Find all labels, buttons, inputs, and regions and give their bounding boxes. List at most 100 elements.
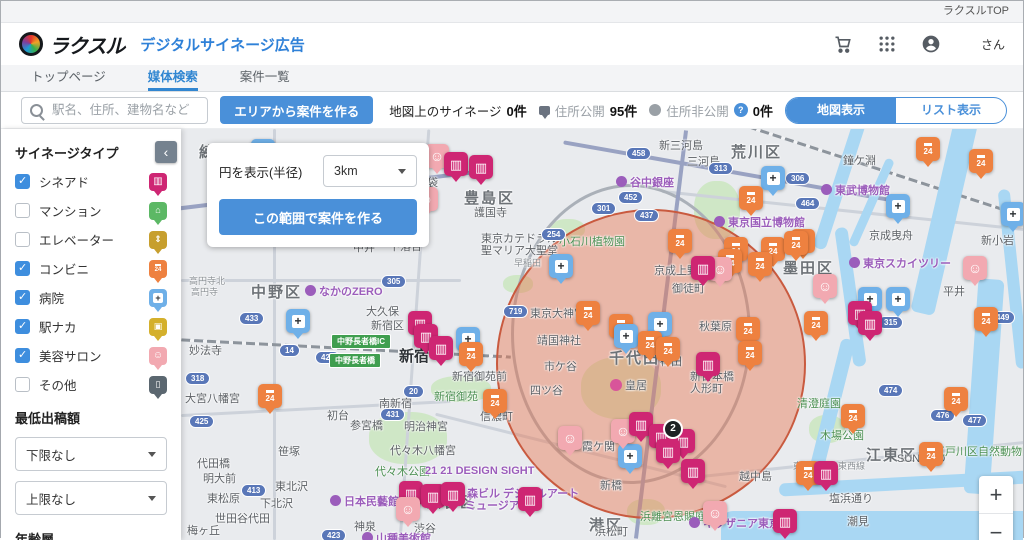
cinema-marker[interactable]: ▥ <box>858 311 882 335</box>
type-filter-mansion[interactable]: マンション⌂ <box>15 201 167 220</box>
conbini-marker[interactable]: 24 <box>483 389 507 413</box>
conbini-marker[interactable]: 24 <box>916 137 940 161</box>
salon-marker[interactable]: ☺ <box>558 426 582 450</box>
checkbox-mansion[interactable] <box>15 203 30 218</box>
cinema-marker[interactable]: ▥ <box>681 459 705 483</box>
help-icon[interactable]: ? <box>734 103 748 117</box>
film-icon: ▥ <box>687 465 699 478</box>
hospital-marker[interactable]: + <box>761 166 785 190</box>
conbini-marker[interactable]: 24 <box>459 342 483 366</box>
hospital-marker[interactable]: + <box>286 309 310 333</box>
cinema-marker[interactable]: ▥ <box>696 352 720 376</box>
conbini-marker[interactable]: 24 <box>974 307 998 331</box>
tab-projects[interactable]: 案件一覧 <box>240 65 290 91</box>
radius-select[interactable]: 3km <box>323 155 417 187</box>
type-filter-elevator[interactable]: エレベーター⇕ <box>15 230 167 249</box>
raksul-top-link[interactable]: ラクスルTOP <box>943 1 1009 22</box>
budget-min-select[interactable]: 下限なし <box>15 437 167 471</box>
hospital-marker[interactable]: + <box>614 324 638 348</box>
hospital-marker[interactable]: + <box>1001 202 1023 226</box>
conbini-marker[interactable]: 24 <box>576 301 600 325</box>
map-label: 靖国神社 <box>537 332 581 348</box>
cart-icon[interactable] <box>833 34 853 54</box>
stat: 地図上のサイネージ0件 <box>389 101 527 120</box>
conbini-marker[interactable]: 24 <box>738 341 762 365</box>
cinema-marker[interactable]: ▥ <box>691 256 715 280</box>
radius-panel: 円を表示(半径) 3km この範囲で案件を作る <box>207 143 429 247</box>
create-in-range-button[interactable]: この範囲で案件を作る <box>219 199 417 235</box>
list-view-button[interactable]: リスト表示 <box>896 98 1006 123</box>
account-icon[interactable] <box>921 34 941 54</box>
cluster-count-badge[interactable]: 2 <box>663 419 683 439</box>
zoom-in-button[interactable]: + <box>979 476 1013 513</box>
zoom-out-button[interactable]: − <box>979 513 1013 540</box>
search-input[interactable] <box>21 97 208 124</box>
cinema-marker[interactable]: ▥ <box>441 482 465 506</box>
cinema-marker[interactable]: ▥ <box>814 461 838 485</box>
salon-marker[interactable]: ☺ <box>703 501 727 525</box>
checkbox-other[interactable] <box>15 377 30 392</box>
tab-top[interactable]: トップページ <box>31 65 106 91</box>
checkbox-elevator[interactable] <box>15 232 30 247</box>
conbini-marker[interactable]: 24 <box>969 149 993 173</box>
road-shield: 318 <box>185 372 210 385</box>
cinema-marker[interactable]: ▥ <box>773 509 797 533</box>
cinema-marker[interactable]: ▥ <box>518 487 542 511</box>
type-filter-conbini[interactable]: コンビニ24 <box>15 259 167 278</box>
type-filter-other[interactable]: その他▯ <box>15 375 167 394</box>
search-box[interactable] <box>21 97 208 124</box>
checkbox-hospital[interactable] <box>15 290 30 305</box>
salon-marker[interactable]: ☺ <box>963 256 987 280</box>
salon-marker[interactable]: ☺ <box>396 497 420 521</box>
hospital-marker[interactable]: + <box>886 287 910 311</box>
budget-max-select[interactable]: 上限なし <box>15 481 167 515</box>
map-canvas[interactable]: 練馬区豊島区荒川区中野区千代田区墨田区渋谷区港区江東区新宿新宿区目白下落合中井池… <box>181 129 1023 540</box>
conbini-marker[interactable]: 24 <box>784 231 808 255</box>
conbini-marker[interactable]: 24 <box>258 384 282 408</box>
hospital-marker[interactable]: + <box>886 194 910 218</box>
hospital-marker[interactable]: + <box>549 254 573 278</box>
cinema-marker[interactable]: ▥ <box>429 336 453 360</box>
conbini-marker[interactable]: 24 <box>656 337 680 361</box>
apps-grid-icon[interactable] <box>877 34 897 54</box>
conbini-marker[interactable]: 24 <box>736 317 760 341</box>
face-icon: ☺ <box>153 351 163 361</box>
checkbox-conbini[interactable] <box>15 261 30 276</box>
store-24-icon: 24 <box>467 348 476 361</box>
conbini-marker[interactable]: 24 <box>804 311 828 335</box>
checkbox-ekinaka[interactable] <box>15 319 30 334</box>
conbini-marker[interactable]: 24 <box>919 442 943 466</box>
cinema-marker[interactable]: ▥ <box>469 155 493 179</box>
conbini-marker[interactable]: 24 <box>739 186 763 210</box>
conbini-marker[interactable]: 24 <box>944 387 968 411</box>
type-filter-salon[interactable]: 美容サロン☺ <box>15 346 167 365</box>
mansion-marker: ⌂ <box>149 202 167 220</box>
conbini-marker[interactable]: 24 <box>668 229 692 253</box>
road-shield: 423 <box>321 529 346 540</box>
road-shield: 452 <box>618 191 643 204</box>
raksul-logo[interactable]: ラクスル <box>19 30 124 59</box>
type-filter-hospital[interactable]: 病院+ <box>15 288 167 307</box>
conbini-marker[interactable]: 24 <box>841 404 865 428</box>
cinema-marker[interactable]: ▥ <box>656 439 680 463</box>
type-filter-ekinaka[interactable]: 駅ナカ▣ <box>15 317 167 336</box>
conbini-marker[interactable]: 24 <box>748 252 772 276</box>
checkbox-cinema[interactable] <box>15 174 30 189</box>
road-shield: 433 <box>239 312 264 325</box>
cinema-marker[interactable]: ▥ <box>444 152 468 176</box>
map-label: 東京スカイツリー <box>849 255 951 271</box>
store-24-icon: 24 <box>664 343 673 356</box>
type-label: コンビニ <box>39 259 89 278</box>
create-from-area-button[interactable]: エリアから案件を作る <box>220 96 373 124</box>
signage-icon: ▯ <box>156 380 161 389</box>
road-shield: 425 <box>189 415 214 428</box>
tab-media-search[interactable]: 媒体検索 <box>148 65 198 91</box>
map-view-button[interactable]: 地図表示 <box>786 98 896 123</box>
salon-marker[interactable]: ☺ <box>813 274 837 298</box>
checkbox-salon[interactable] <box>15 348 30 363</box>
cinema-marker: ▥ <box>149 173 167 191</box>
face-icon: ☺ <box>708 506 722 520</box>
sidebar-collapse-button[interactable]: ‹ <box>155 141 177 163</box>
train-icon: ▣ <box>154 322 163 331</box>
type-filter-cinema[interactable]: シネアド▥ <box>15 172 167 191</box>
